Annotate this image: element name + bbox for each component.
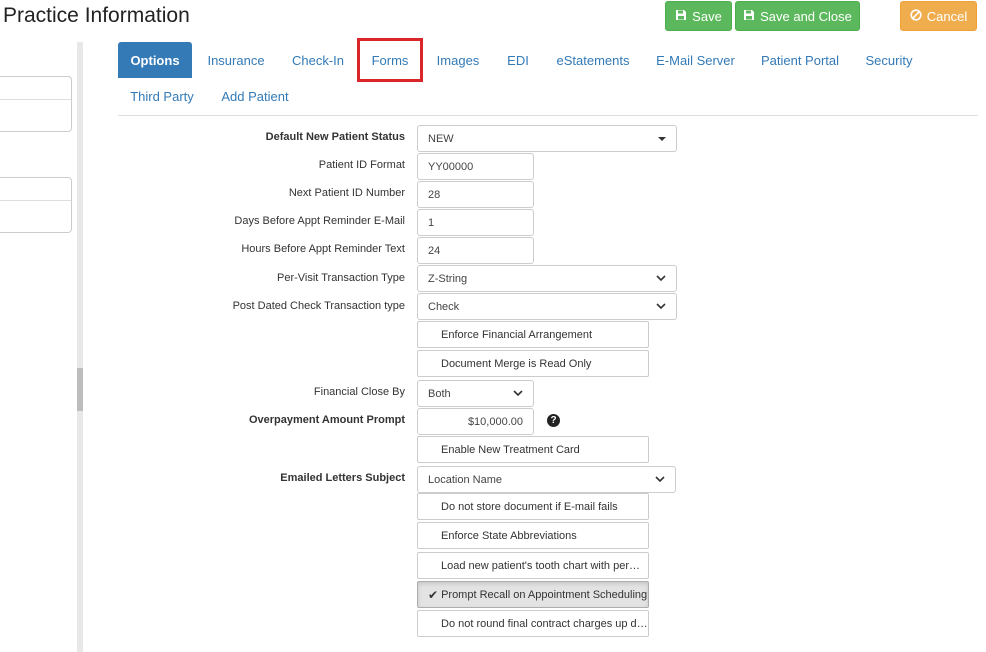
per-visit-type-select[interactable]: Z-String: [417, 265, 677, 292]
post-dated-type-select[interactable]: Check: [417, 293, 677, 320]
default-status-value: NEW: [428, 132, 454, 145]
save-button-label: Save: [692, 8, 722, 24]
ban-icon: [910, 8, 922, 24]
tab-estatements[interactable]: eStatements: [549, 42, 637, 78]
tab-edi[interactable]: EDI: [498, 42, 538, 78]
page-title: Practice Information: [3, 4, 190, 27]
hours-reminder-label: Hours Before Appt Reminder Text: [241, 243, 405, 255]
floppy-disk-icon: [743, 9, 755, 24]
hours-reminder-input[interactable]: 24: [417, 237, 534, 264]
tab-check-in[interactable]: Check-In: [283, 42, 353, 78]
tab-security[interactable]: Security: [857, 42, 921, 78]
chevron-down-icon: [656, 275, 666, 282]
next-patient-id-label: Next Patient ID Number: [288, 187, 405, 199]
sidebar-scrollbar[interactable]: [77, 42, 83, 652]
financial-close-select[interactable]: Both: [417, 380, 534, 407]
chevron-down-icon: [655, 476, 665, 483]
tab-insurance[interactable]: Insurance: [199, 42, 273, 78]
save-and-close-button[interactable]: Save and Close: [735, 1, 860, 31]
tab-options[interactable]: Options: [118, 42, 192, 78]
tab-add-patient[interactable]: Add Patient: [212, 78, 298, 114]
enforce-state-abbreviations-toggle[interactable]: Enforce State Abbreviations: [417, 522, 649, 549]
emailed-subject-label: Emailed Letters Subject: [280, 472, 405, 484]
tab-email-server[interactable]: E-Mail Server: [648, 42, 743, 78]
caret-down-icon: [658, 136, 666, 141]
save-button[interactable]: Save: [665, 1, 732, 31]
cancel-button[interactable]: Cancel: [900, 1, 977, 31]
save-and-close-label: Save and Close: [760, 8, 852, 24]
patient-id-format-input[interactable]: YY00000: [417, 153, 534, 180]
prompt-recall-toggle[interactable]: ✔ Prompt Recall on Appointment Schedulin…: [417, 581, 649, 608]
post-dated-type-label: Post Dated Check Transaction type: [232, 300, 405, 312]
tab-patient-portal[interactable]: Patient Portal: [753, 42, 847, 78]
sidebar-divider: [0, 99, 71, 100]
load-tooth-chart-toggle[interactable]: Load new patient's tooth chart with per…: [417, 552, 649, 579]
per-visit-type-label: Per-Visit Transaction Type: [277, 272, 405, 284]
per-visit-type-value: Z-String: [428, 272, 468, 285]
practice-information-page: Practice Information Save Save and Close…: [0, 0, 986, 652]
overpayment-input[interactable]: $10,000.00: [417, 408, 534, 435]
sidebar-panel: [0, 177, 72, 233]
next-patient-id-input[interactable]: 28: [417, 181, 534, 208]
post-dated-type-value: Check: [428, 300, 460, 313]
days-reminder-input[interactable]: 1: [417, 209, 534, 236]
tabs-divider: [118, 115, 978, 116]
cancel-label: Cancel: [926, 8, 968, 24]
default-status-label: Default New Patient Status: [265, 131, 405, 143]
sidebar-panel: [0, 76, 72, 132]
enforce-financial-arrangement-toggle[interactable]: Enforce Financial Arrangement: [417, 321, 649, 348]
financial-close-value: Both: [428, 387, 451, 400]
prompt-recall-label: Prompt Recall on Appointment Scheduling: [441, 588, 648, 601]
chevron-down-icon: [656, 303, 666, 310]
overpayment-label: Overpayment Amount Prompt: [248, 414, 405, 426]
emailed-subject-select[interactable]: Location Name: [417, 466, 676, 493]
floppy-disk-icon: [675, 9, 687, 24]
tab-third-party[interactable]: Third Party: [122, 78, 202, 114]
checkmark-icon: ✔: [428, 587, 439, 602]
emailed-subject-value: Location Name: [428, 473, 502, 486]
question-circle-icon[interactable]: ?: [547, 414, 560, 427]
default-status-select[interactable]: NEW: [417, 125, 677, 152]
sidebar-divider: [0, 200, 71, 201]
document-merge-read-only-toggle[interactable]: Document Merge is Read Only: [417, 350, 649, 377]
financial-close-label: Financial Close By: [313, 386, 405, 398]
enable-treatment-card-toggle[interactable]: Enable New Treatment Card: [417, 436, 649, 463]
patient-id-format-label: Patient ID Format: [318, 159, 405, 171]
forms-tab-highlight-box: [357, 38, 423, 82]
tab-images[interactable]: Images: [428, 42, 488, 78]
chevron-down-icon: [513, 390, 523, 397]
days-reminder-label: Days Before Appt Reminder E-Mail: [234, 215, 405, 227]
no-round-charges-toggle[interactable]: Do not round final contract charges up d…: [417, 610, 649, 637]
sidebar-scrollbar-thumb[interactable]: [77, 368, 83, 411]
no-store-document-toggle[interactable]: Do not store document if E-mail fails: [417, 493, 649, 520]
